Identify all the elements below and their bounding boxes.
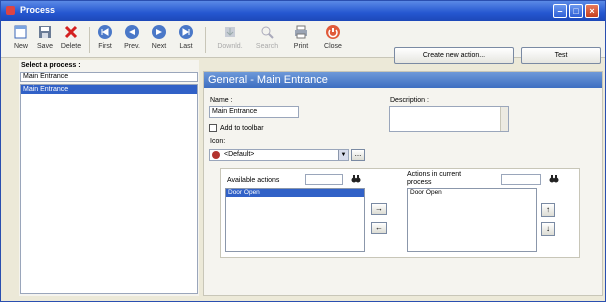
list-item[interactable]: Main Entrance bbox=[21, 85, 197, 94]
window-title: Process bbox=[20, 5, 56, 15]
toolbar: New Save Delete First Prev. Next Last Do… bbox=[1, 21, 605, 58]
next-record-icon bbox=[152, 25, 166, 39]
app-icon bbox=[6, 6, 15, 15]
description-scrollbar[interactable] bbox=[500, 107, 508, 131]
description-input[interactable] bbox=[389, 106, 509, 132]
previous-record-icon bbox=[125, 25, 139, 39]
toolbar-separator bbox=[205, 27, 206, 53]
select-process-label: Select a process : bbox=[21, 62, 81, 69]
download-icon bbox=[225, 27, 235, 37]
delete-icon bbox=[64, 25, 78, 39]
name-label: Name : bbox=[210, 97, 233, 104]
available-actions-list[interactable]: Door Open bbox=[225, 188, 365, 252]
delete-button[interactable]: Delete bbox=[57, 24, 85, 56]
arrow-up-icon: ↑ bbox=[546, 205, 550, 214]
general-panel: General - Main Entrance Name : Main Entr… bbox=[203, 71, 603, 296]
printer-icon bbox=[295, 25, 307, 39]
remove-action-button[interactable]: ← bbox=[371, 222, 387, 234]
create-new-action-button[interactable]: Create new action... bbox=[394, 47, 514, 64]
first-button[interactable]: First bbox=[91, 24, 119, 56]
list-item[interactable]: Door Open bbox=[408, 189, 536, 197]
icon-label: Icon: bbox=[210, 138, 226, 145]
arrow-right-icon: → bbox=[375, 204, 383, 213]
power-icon bbox=[326, 25, 340, 39]
add-action-button[interactable]: → bbox=[371, 203, 387, 215]
default-icon bbox=[212, 151, 220, 159]
process-list[interactable]: Main Entrance bbox=[20, 84, 198, 294]
description-label: Description : bbox=[390, 97, 429, 104]
icon-select[interactable]: <Default> ▼ bbox=[209, 149, 349, 161]
current-actions-label: Actions in current process bbox=[407, 171, 462, 186]
chevron-down-icon[interactable]: ▼ bbox=[338, 150, 348, 160]
previous-button[interactable]: Prev. bbox=[118, 24, 146, 56]
arrow-left-icon: ← bbox=[375, 223, 383, 232]
search-icon bbox=[261, 26, 274, 39]
close-window-button[interactable]: × bbox=[585, 4, 599, 18]
icon-select-value: <Default> bbox=[224, 151, 255, 158]
add-to-toolbar-label: Add to toolbar bbox=[220, 125, 264, 132]
close-button[interactable]: Close bbox=[317, 24, 349, 56]
name-input[interactable]: Main Entrance bbox=[209, 106, 299, 118]
move-up-button[interactable]: ↑ bbox=[541, 203, 555, 217]
download-button[interactable]: Downld. bbox=[213, 24, 247, 56]
process-selector: Select a process : Main Entrance Main En… bbox=[19, 60, 199, 296]
first-record-icon bbox=[98, 25, 112, 39]
toolbar-separator bbox=[89, 27, 90, 53]
process-window: Process – □ × New Save Delete First Prev… bbox=[0, 0, 606, 302]
current-actions-filter[interactable] bbox=[501, 174, 541, 185]
current-actions-list[interactable]: Door Open bbox=[407, 188, 537, 252]
process-search-field[interactable]: Main Entrance bbox=[20, 72, 198, 82]
minimize-button[interactable]: – bbox=[553, 4, 567, 18]
section-header: General - Main Entrance bbox=[204, 72, 602, 88]
print-button[interactable]: Print bbox=[287, 24, 315, 56]
move-down-button[interactable]: ↓ bbox=[541, 222, 555, 236]
available-actions-filter[interactable] bbox=[305, 174, 343, 185]
title-bar[interactable]: Process – □ × bbox=[1, 1, 605, 21]
search-button[interactable]: Search bbox=[251, 24, 283, 56]
last-button[interactable]: Last bbox=[172, 24, 200, 56]
last-record-icon bbox=[179, 25, 193, 39]
save-button[interactable]: Save bbox=[31, 24, 59, 56]
add-to-toolbar-checkbox[interactable] bbox=[209, 124, 217, 132]
list-item[interactable]: Door Open bbox=[226, 189, 364, 197]
actions-panel: Available actions Door Open → ← Actions … bbox=[220, 168, 580, 258]
binoculars-icon[interactable] bbox=[351, 174, 361, 184]
arrow-down-icon: ↓ bbox=[546, 224, 550, 233]
browse-icon-button[interactable]: ... bbox=[351, 149, 365, 161]
binoculars-icon[interactable] bbox=[549, 174, 559, 184]
test-button[interactable]: Test bbox=[521, 47, 601, 64]
maximize-button[interactable]: □ bbox=[569, 4, 583, 18]
next-button[interactable]: Next bbox=[145, 24, 173, 56]
new-document-icon bbox=[14, 25, 27, 39]
available-actions-label: Available actions bbox=[227, 177, 280, 184]
save-icon bbox=[39, 26, 51, 38]
